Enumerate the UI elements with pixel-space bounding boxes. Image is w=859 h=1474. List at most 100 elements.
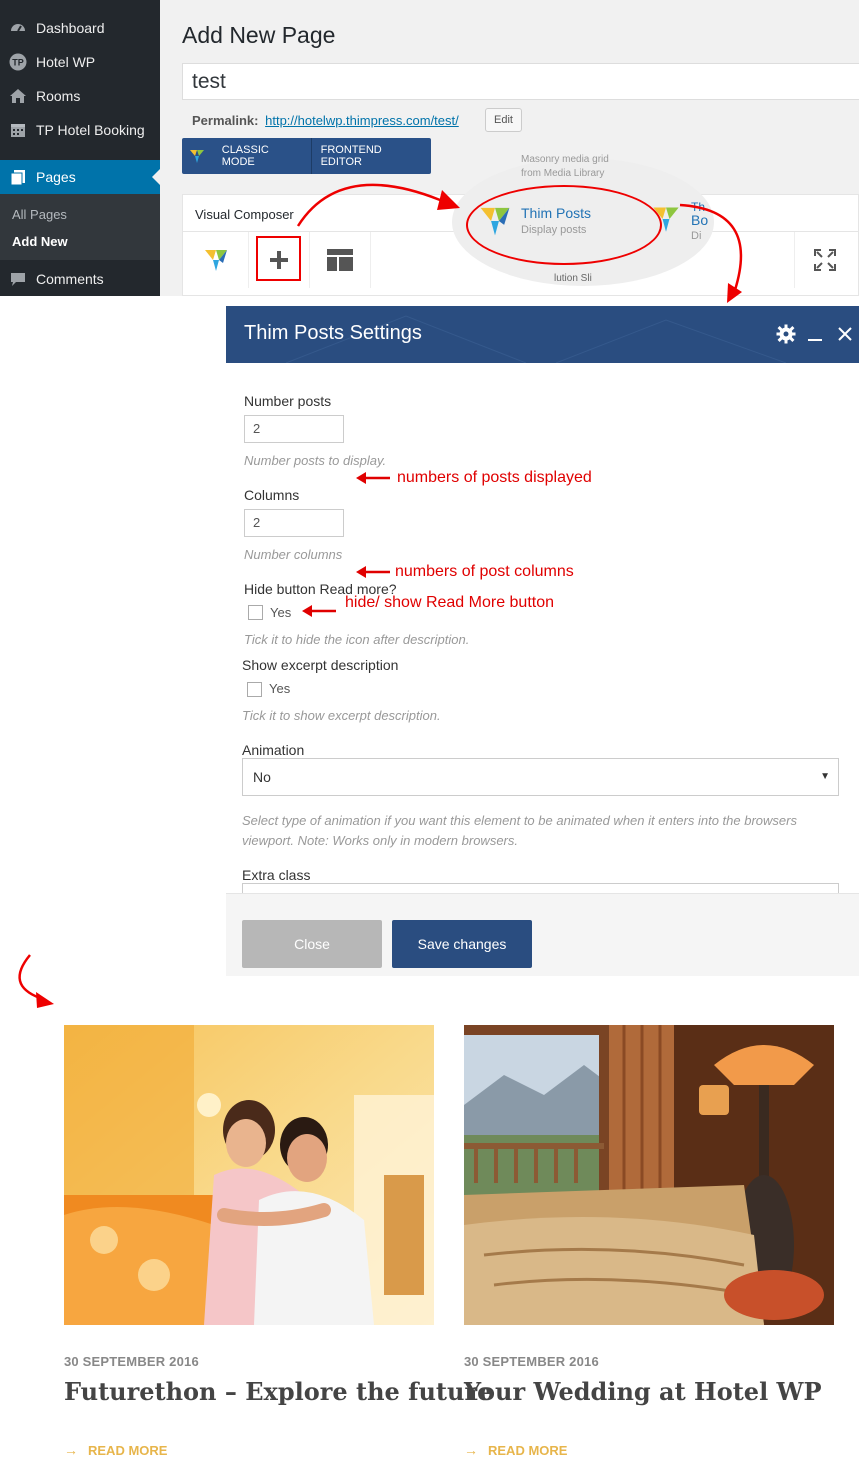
permalink: Permalink: http://hotelwp.thimpress.com/… bbox=[192, 113, 459, 128]
pages-submenu: All Pages Add New bbox=[0, 194, 160, 260]
vc-logo-icon bbox=[182, 138, 213, 174]
sidebar-item-tp-hotel-booking[interactable]: TP Hotel Booking bbox=[0, 113, 160, 147]
fullscreen-icon bbox=[814, 249, 836, 271]
columns-input[interactable]: 2 bbox=[244, 509, 344, 537]
masonry-element-text: Masonry media grid bbox=[521, 154, 609, 165]
dialog-body: Number posts 2 Number posts to display. … bbox=[226, 363, 859, 893]
post-image-room[interactable] bbox=[464, 1025, 834, 1325]
home-icon bbox=[9, 87, 27, 105]
hide-read-more-help: Tick it to hide the icon after descripti… bbox=[244, 632, 470, 647]
permalink-url[interactable]: http://hotelwp.thimpress.com/test/ bbox=[265, 113, 459, 128]
curved-arrow-to-preview bbox=[18, 954, 41, 1000]
arrow-right-icon: → bbox=[64, 1442, 78, 1458]
sidebar-item-comments[interactable]: Comments bbox=[0, 262, 160, 296]
submenu-item-all-pages[interactable]: All Pages bbox=[12, 207, 67, 222]
sidebar-item-label: Rooms bbox=[36, 88, 81, 104]
animation-label: Animation bbox=[242, 742, 305, 758]
dialog-footer: Close Save changes bbox=[226, 893, 859, 976]
columns-label: Columns bbox=[244, 487, 300, 503]
read-more-link[interactable]: → READ MORE bbox=[64, 1442, 167, 1458]
vc-logo-button[interactable] bbox=[183, 232, 249, 288]
pages-icon bbox=[9, 168, 27, 186]
annotation-arrow-icon bbox=[356, 566, 390, 578]
page-title-input[interactable]: test bbox=[182, 63, 859, 100]
annotation-read-more: hide/ show Read More button bbox=[345, 594, 555, 611]
close-icon[interactable] bbox=[834, 323, 856, 345]
read-more-label: READ MORE bbox=[488, 1442, 568, 1458]
dialog-header: Thim Posts Settings bbox=[226, 306, 859, 363]
caret-down-icon: ▼ bbox=[820, 771, 830, 782]
save-changes-button[interactable]: Save changes bbox=[392, 920, 532, 968]
show-excerpt-help: Tick it to show excerpt description. bbox=[242, 708, 441, 723]
admin-sidebar: Dashboard TP Hotel WP Rooms TP Hotel Boo… bbox=[0, 0, 160, 296]
number-posts-input[interactable]: 2 bbox=[244, 415, 344, 443]
annotation-posts: numbers of posts displayed bbox=[397, 469, 592, 486]
read-more-link[interactable]: → READ MORE bbox=[464, 1442, 567, 1458]
sidebar-item-label: TP Hotel Booking bbox=[36, 122, 145, 138]
dialog-title: Thim Posts Settings bbox=[244, 322, 422, 344]
read-more-label: READ MORE bbox=[88, 1442, 168, 1458]
svg-text:TP: TP bbox=[12, 58, 24, 68]
classic-mode-button[interactable]: CLASSIC MODE bbox=[213, 138, 311, 174]
dashboard-icon bbox=[9, 19, 27, 37]
hide-read-more-checkbox[interactable] bbox=[248, 605, 263, 620]
sidebar-item-label: Hotel WP bbox=[36, 54, 96, 70]
gear-icon[interactable] bbox=[775, 323, 797, 345]
next-element-icon bbox=[651, 204, 681, 239]
templates-button[interactable] bbox=[310, 232, 371, 288]
masonry-element-desc: from Media Library bbox=[521, 168, 605, 179]
hotel-wp-icon: TP bbox=[9, 53, 27, 71]
show-excerpt-label: Show excerpt description bbox=[242, 657, 399, 673]
annotation-arrow-icon bbox=[302, 605, 336, 617]
vc-panel-title: Visual Composer bbox=[195, 207, 294, 222]
sidebar-item-hotel-wp[interactable]: TP Hotel WP bbox=[0, 45, 160, 79]
show-excerpt-option[interactable]: Yes bbox=[269, 681, 290, 696]
thim-posts-highlight bbox=[466, 185, 662, 265]
animation-help-line1: Select type of animation if you want thi… bbox=[242, 813, 797, 828]
annotation-columns: numbers of post columns bbox=[395, 563, 574, 580]
comments-icon bbox=[9, 270, 27, 288]
permalink-edit-button[interactable]: Edit bbox=[485, 108, 522, 132]
minimize-icon[interactable] bbox=[804, 323, 826, 345]
annotation-arrow-icon bbox=[356, 472, 390, 484]
frontend-editor-button[interactable]: FRONTEND EDITOR bbox=[312, 138, 431, 174]
thim-posts-settings-dialog: Thim Posts Settings Number posts 2 Numbe… bbox=[226, 306, 859, 976]
layout-icon bbox=[327, 249, 353, 271]
number-posts-help: Number posts to display. bbox=[244, 453, 387, 468]
vc-logo-icon bbox=[204, 250, 227, 271]
post-image-couple[interactable] bbox=[64, 1025, 434, 1325]
animation-select[interactable]: No ▼ bbox=[242, 758, 839, 796]
sidebar-item-label: Dashboard bbox=[36, 20, 105, 36]
post-title[interactable]: Your Wedding at Hotel WP bbox=[464, 1377, 822, 1406]
show-excerpt-checkbox[interactable] bbox=[247, 682, 262, 697]
sidebar-item-label: Pages bbox=[36, 169, 76, 185]
extra-class-label: Extra class bbox=[242, 867, 311, 883]
post-title[interactable]: Futurethon – Explore the future bbox=[64, 1377, 492, 1406]
animation-select-value: No bbox=[253, 769, 271, 785]
permalink-label: Permalink: bbox=[192, 113, 259, 128]
sidebar-item-pages[interactable]: Pages bbox=[0, 160, 160, 194]
add-element-highlight bbox=[256, 236, 301, 281]
vc-mode-toolbar: CLASSIC MODE FRONTEND EDITOR bbox=[182, 138, 431, 174]
post-date: 30 SEPTEMBER 2016 bbox=[64, 1354, 199, 1369]
arrow-head-icon bbox=[36, 992, 54, 1008]
sidebar-item-label: Comments bbox=[36, 271, 104, 287]
animation-help-line2: viewport. Note: Works only in modern bro… bbox=[242, 833, 518, 848]
hide-read-more-option[interactable]: Yes bbox=[270, 605, 291, 620]
current-menu-arrow bbox=[152, 169, 160, 185]
sidebar-item-rooms[interactable]: Rooms bbox=[0, 79, 160, 113]
columns-help: Number columns bbox=[244, 547, 343, 562]
arrow-right-icon: → bbox=[464, 1442, 478, 1458]
wp-admin-area: Dashboard TP Hotel WP Rooms TP Hotel Boo… bbox=[0, 0, 859, 296]
revolution-slider-text: lution Sli bbox=[554, 273, 592, 284]
sidebar-item-dashboard[interactable]: Dashboard bbox=[0, 11, 160, 45]
extra-class-input[interactable] bbox=[242, 883, 839, 893]
fullscreen-button[interactable] bbox=[794, 232, 855, 288]
next-element-desc: Di bbox=[691, 230, 702, 242]
page-title: Add New Page bbox=[182, 22, 336, 48]
post-date: 30 SEPTEMBER 2016 bbox=[464, 1354, 599, 1369]
close-button[interactable]: Close bbox=[242, 920, 382, 968]
submenu-item-add-new[interactable]: Add New bbox=[12, 234, 68, 249]
calendar-icon bbox=[9, 121, 27, 139]
number-posts-label: Number posts bbox=[244, 393, 332, 409]
